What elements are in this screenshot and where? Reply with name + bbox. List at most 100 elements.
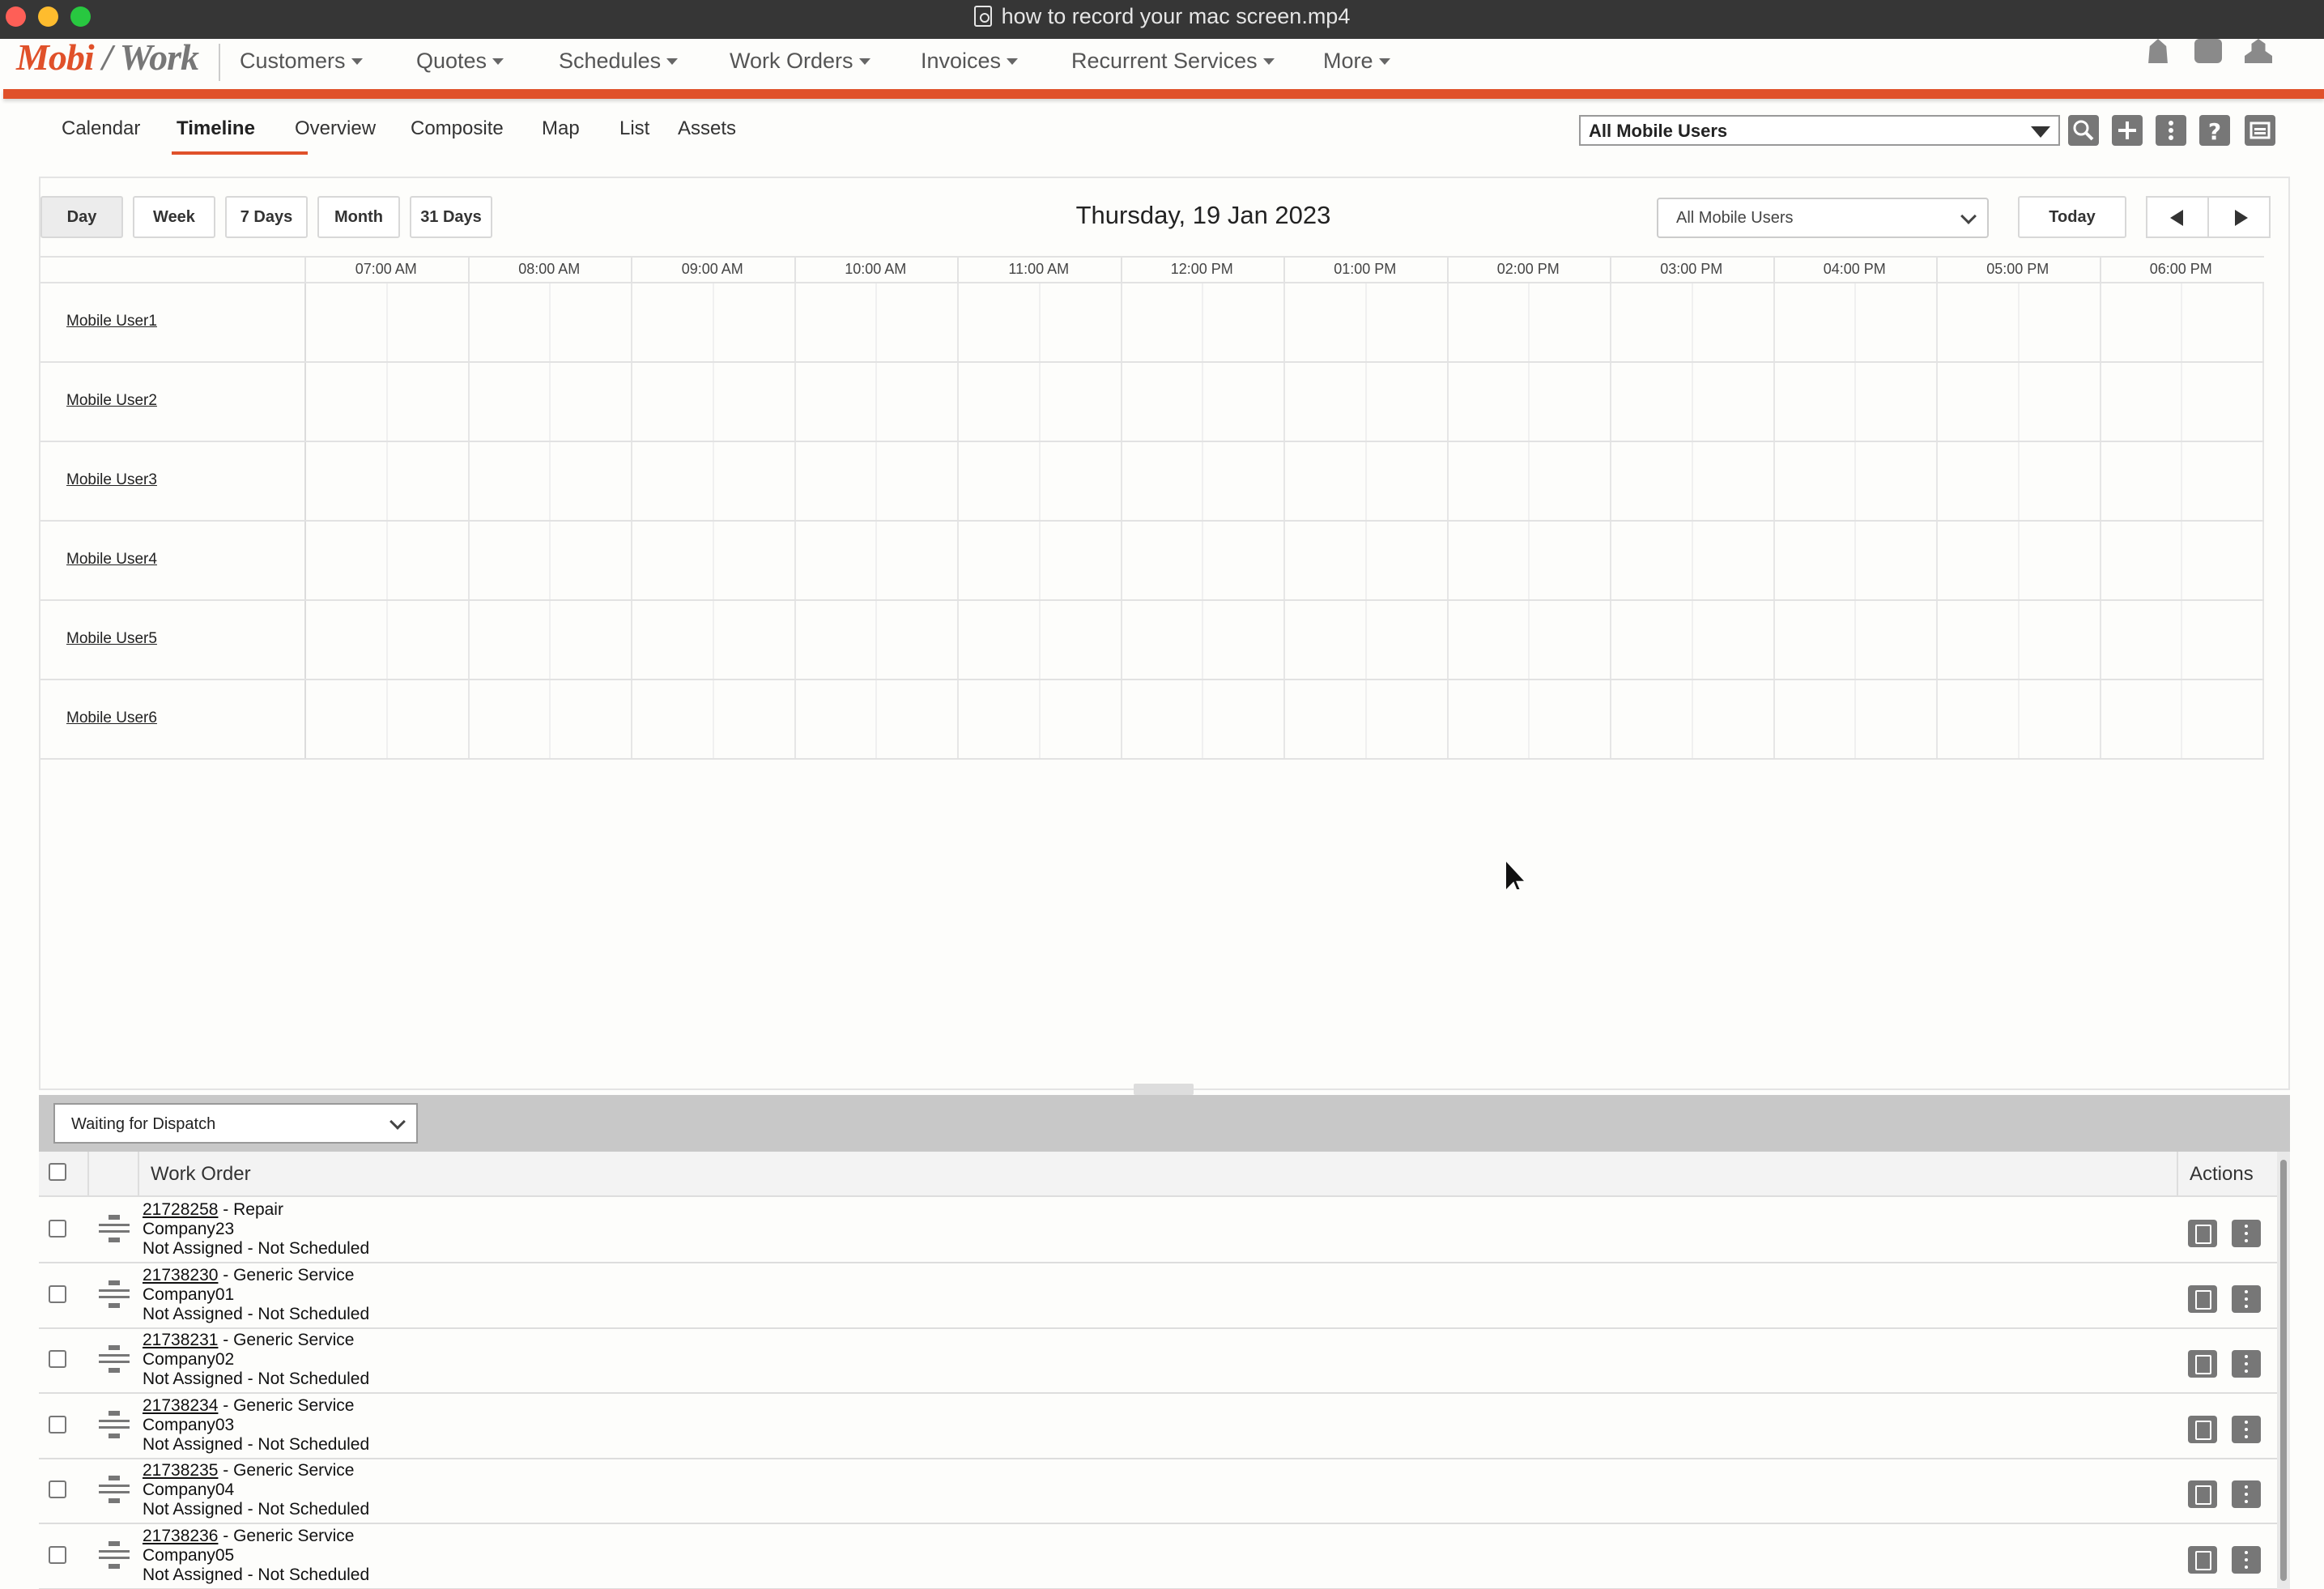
drag-bar [99,1289,130,1292]
timeline-row[interactable]: Mobile User5 [40,601,2264,680]
tab-timeline-label: Timeline [177,117,255,139]
nav-work-orders[interactable]: Work Orders [730,49,921,81]
row-checkbox[interactable] [49,1415,66,1434]
tab-composite[interactable]: Composite [411,117,542,155]
next-day-button[interactable] [2207,196,2271,238]
more-vertical-icon[interactable] [2232,1545,2261,1574]
tab-timeline[interactable]: Timeline [172,117,308,155]
work-order-row[interactable]: 21738234 - Generic Service Company03 Not A… [39,1394,2290,1459]
work-order-type: - Generic Service [218,1395,355,1415]
timeline-row[interactable]: Mobile User1 [40,283,2264,363]
hour-label: 11:00 AM [1008,261,1070,277]
view-7-days-button[interactable]: 7 Days [225,196,308,238]
nav-customers[interactable]: Customers [240,49,416,81]
work-order-number-link[interactable]: 21738231 [143,1331,218,1349]
work-order-number-link[interactable]: 21738236 [143,1527,218,1545]
hour-gridline [467,283,470,361]
half-hour-gridline [1202,601,1204,679]
row-checkbox[interactable] [49,1350,66,1368]
nav-recurrent-services[interactable]: Recurrent Services [1071,49,1323,81]
hour-gridline [1936,363,1938,441]
drag-handle-icon[interactable] [99,1540,130,1569]
half-hour-gridline [875,442,878,520]
scrollbar-thumb[interactable] [2280,1160,2287,1581]
document-icon[interactable] [2188,1480,2217,1508]
timeline-row[interactable]: Mobile User6 [40,680,2264,760]
row-checkbox[interactable] [49,1220,66,1238]
bell-icon[interactable] [2148,39,2168,63]
work-order-row[interactable]: 21728258 - Repair Company23 Not Assigned -… [39,1199,2290,1263]
pane-resize-handle[interactable] [1134,1084,1194,1095]
user-icon[interactable] [2245,39,2272,63]
document-icon[interactable] [2188,1220,2217,1247]
drag-arrow-down [109,1563,120,1569]
nav-invoices[interactable]: Invoices [921,49,1071,81]
dispatch-status-select[interactable]: Waiting for Dispatch [53,1103,418,1144]
more-vertical-icon[interactable] [2232,1220,2261,1247]
work-order-number-link[interactable]: 21738235 [143,1461,218,1480]
view-day-button[interactable]: Day [40,196,123,238]
timeline-row[interactable]: Mobile User3 [40,442,2264,522]
document-icon[interactable] [2188,1284,2217,1313]
search-button[interactable] [2068,115,2099,146]
view-week-button[interactable]: Week [133,196,215,238]
dispatch-scrollbar[interactable] [2277,1152,2290,1589]
row-checkbox[interactable] [49,1284,66,1303]
timeline-row[interactable]: Mobile User2 [40,363,2264,442]
tab-assets[interactable]: Assets [678,117,751,155]
work-order-number-link[interactable]: 21728258 [143,1200,218,1219]
more-options-button[interactable] [2156,115,2186,146]
drag-handle-icon[interactable] [99,1345,130,1373]
mobile-user-link[interactable]: Mobile User2 [66,392,157,410]
document-icon[interactable] [2188,1415,2217,1443]
chat-icon[interactable] [2194,39,2222,63]
work-order-row[interactable]: 21738236 - Generic Service Company05 Not A… [39,1524,2290,1589]
row-checkbox[interactable] [49,1480,66,1498]
work-order-row[interactable]: 21738230 - Generic Service Company01 Not A… [39,1263,2290,1329]
timeline-row[interactable]: Mobile User4 [40,522,2264,601]
help-button[interactable]: ? [2199,115,2230,146]
tab-overview[interactable]: Overview [295,117,411,155]
document-icon[interactable] [2188,1545,2217,1574]
nav-more[interactable]: More [1323,49,1437,81]
drag-handle-icon[interactable] [99,1280,130,1308]
more-vertical-icon[interactable] [2232,1480,2261,1508]
hour-gridline [1120,363,1122,441]
work-order-row[interactable]: 21738231 - Generic Service Company02 Not A… [39,1329,2290,1394]
half-hour-gridline [1038,601,1041,679]
row-checkbox[interactable] [49,1545,66,1564]
mobile-user-link[interactable]: Mobile User6 [66,709,157,727]
mobile-user-filter-select[interactable]: All Mobile Users [1579,115,2060,146]
more-vertical-icon[interactable] [2232,1284,2261,1313]
previous-day-button[interactable] [2146,196,2209,238]
add-button[interactable] [2112,115,2143,146]
more-vertical-icon[interactable] [2232,1350,2261,1378]
plus-icon [2118,121,2136,139]
today-button[interactable]: Today [2018,196,2126,238]
print-button[interactable] [2245,115,2275,146]
document-icon[interactable] [2188,1350,2217,1378]
panel-user-select[interactable]: All Mobile Users [1657,198,1989,238]
more-vertical-icon[interactable] [2232,1415,2261,1443]
mobile-user-link[interactable]: Mobile User1 [66,313,157,330]
tab-calendar[interactable]: Calendar [62,117,177,155]
tab-list[interactable]: List [619,117,678,155]
mobile-user-link[interactable]: Mobile User3 [66,471,157,489]
view-month-button[interactable]: Month [317,196,400,238]
select-all-checkbox[interactable] [49,1163,66,1181]
work-order-number-link[interactable]: 21738230 [143,1266,218,1284]
nav-schedules[interactable]: Schedules [559,49,730,81]
half-hour-gridline [2181,283,2183,361]
mobile-user-link[interactable]: Mobile User4 [66,551,157,569]
mobile-user-link[interactable]: Mobile User5 [66,630,157,648]
drag-handle-icon[interactable] [99,1410,130,1438]
view-31-days-button[interactable]: 31 Days [410,196,492,238]
work-order-row[interactable]: 21738235 - Generic Service Company04 Not A… [39,1459,2290,1524]
tab-list-label: List [619,117,650,139]
drag-handle-icon[interactable] [99,1215,130,1242]
work-order-number-link[interactable]: 21738234 [143,1396,218,1415]
app-logo[interactable]: Mobi / Work [16,36,199,79]
nav-quotes[interactable]: Quotes [416,49,559,81]
tab-map[interactable]: Map [542,117,619,155]
drag-handle-icon[interactable] [99,1476,130,1503]
